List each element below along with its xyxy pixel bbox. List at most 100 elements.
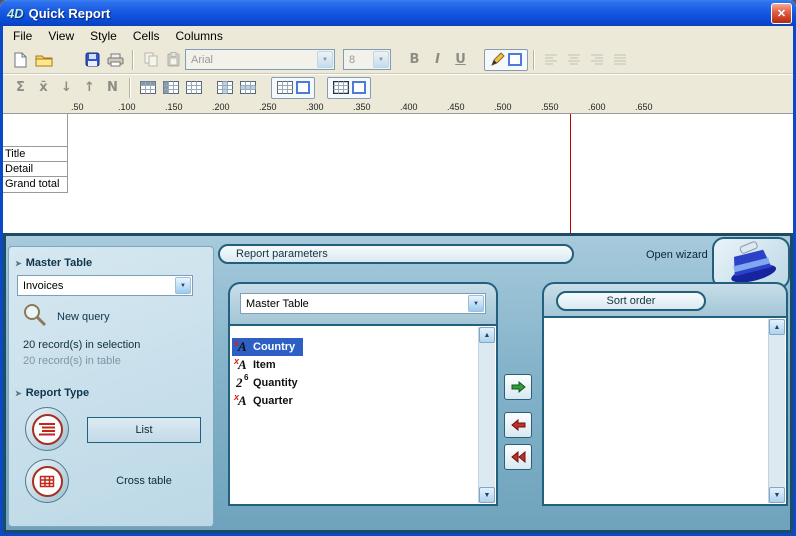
master-table-select[interactable]: Invoices ▼ [17, 275, 193, 296]
fields-source-value: Master Table [246, 298, 485, 310]
chevron-down-icon: ▼ [468, 295, 484, 312]
arrow-bullet-icon: ➤ [15, 259, 22, 268]
field-item-item[interactable]: xA Item [232, 356, 284, 374]
border-color-toggle[interactable] [484, 49, 528, 71]
fields-list[interactable]: xA Country xA Item 26 [228, 324, 498, 506]
row-header-detail[interactable]: Detail [3, 162, 67, 177]
menu-bar: File View Style Cells Columns [3, 26, 793, 46]
align-justify-button[interactable] [609, 49, 632, 71]
print-button[interactable] [104, 49, 127, 71]
fields-panel-header: Master Table ▼ [228, 282, 498, 324]
count-icon: N [107, 80, 118, 95]
menu-view[interactable]: View [40, 27, 82, 45]
scroll-down-icon[interactable]: ▼ [479, 487, 495, 503]
row-insert-button[interactable] [236, 77, 259, 99]
magnifier-icon[interactable] [21, 301, 49, 329]
fields-scrollbar[interactable]: ▲ ▼ [478, 327, 495, 503]
master-table-label: Master Table [26, 257, 92, 269]
field-item-country[interactable]: xA Country [232, 338, 303, 356]
arrow-left-icon [511, 419, 526, 431]
font-select[interactable]: Arial ▼ [185, 49, 335, 70]
ruler-tick: .400 [400, 102, 418, 112]
cross-table-icon [39, 475, 55, 488]
cell-border-toggle[interactable] [327, 77, 371, 99]
close-button[interactable]: ✕ [771, 3, 792, 24]
align-center-icon [568, 54, 581, 65]
copy-button[interactable] [139, 49, 162, 71]
scroll-down-icon[interactable]: ▼ [769, 487, 785, 503]
wizard-panel: ➤ Master Table Invoices ▼ New query 20 r… [3, 233, 793, 533]
bold-button[interactable]: B [403, 49, 426, 71]
ruler-tick: .500 [494, 102, 512, 112]
background-swatch [296, 81, 310, 94]
ruler-tick: .300 [306, 102, 324, 112]
grid-row-icon [240, 81, 256, 94]
fields-source-select[interactable]: Master Table ▼ [240, 293, 486, 314]
paste-button[interactable] [162, 49, 185, 71]
grid-icon [186, 81, 202, 94]
report-design-area[interactable]: Title Detail Grand total [3, 114, 793, 233]
sum-button[interactable]: Σ [9, 77, 32, 99]
align-left-button[interactable] [540, 49, 563, 71]
sort-order-list[interactable]: ▲ ▼ [542, 316, 788, 506]
cell-all-format-button[interactable] [182, 77, 205, 99]
maximum-button[interactable]: ↑ [78, 77, 101, 99]
cell-header-format-button[interactable] [136, 77, 159, 99]
align-left-icon [545, 54, 558, 65]
row-header-grand-total[interactable]: Grand total [3, 177, 67, 193]
remove-field-button[interactable] [504, 412, 532, 438]
title-bar[interactable]: 4D Quick Report ✕ [0, 0, 796, 26]
ruler-tick: .650 [635, 102, 653, 112]
field-label: Quarter [253, 395, 293, 407]
scroll-up-icon[interactable]: ▲ [769, 319, 785, 335]
list-report-button[interactable]: List [87, 417, 201, 443]
field-item-quarter[interactable]: xA Quarter [232, 392, 301, 410]
cross-table-label[interactable]: Cross table [87, 475, 201, 487]
underline-button[interactable]: U [449, 49, 472, 71]
list-report-radio[interactable] [25, 407, 69, 451]
remove-all-fields-button[interactable] [504, 444, 532, 470]
minimum-button[interactable]: ↓ [55, 77, 78, 99]
arrow-bullet-icon: ➤ [15, 389, 22, 398]
menu-columns[interactable]: Columns [168, 27, 231, 45]
master-table-value: Invoices [23, 280, 192, 292]
italic-icon: I [435, 52, 440, 67]
font-size-select[interactable]: 8 ▼ [343, 49, 391, 70]
menu-file[interactable]: File [5, 27, 40, 45]
printer-icon [107, 53, 124, 67]
report-type-label: Report Type [26, 387, 89, 399]
cross-table-radio[interactable] [25, 459, 69, 503]
new-document-button[interactable] [9, 49, 32, 71]
new-document-icon [13, 52, 28, 68]
scroll-up-icon[interactable]: ▲ [479, 327, 495, 343]
italic-button[interactable]: I [426, 49, 449, 71]
new-query-link[interactable]: New query [57, 311, 110, 323]
sort-scrollbar[interactable]: ▲ ▼ [768, 319, 785, 503]
double-arrow-left-icon [510, 451, 527, 463]
chevron-down-icon: ▼ [317, 51, 333, 68]
menu-style[interactable]: Style [82, 27, 125, 45]
row-header-title[interactable]: Title [3, 147, 67, 162]
open-button[interactable] [32, 49, 55, 71]
new-query-label: New query [57, 311, 110, 323]
ruler-tick: .200 [212, 102, 230, 112]
add-field-button[interactable] [504, 374, 532, 400]
field-item-quantity[interactable]: 26 Quantity [232, 374, 306, 392]
cell-left-format-button[interactable] [159, 77, 182, 99]
paste-icon [167, 52, 180, 67]
horizontal-ruler: .50 .100 .150 .200 .250 .300 .350 .400 .… [3, 100, 793, 114]
minimum-icon: ↓ [61, 80, 72, 95]
alpha-field-icon: xA [234, 358, 250, 373]
row-header-blank [3, 114, 67, 147]
grid-column-icon [217, 81, 233, 94]
align-right-button[interactable] [586, 49, 609, 71]
count-button[interactable]: N [101, 77, 124, 99]
toolbar-separator [132, 50, 134, 70]
cell-background-toggle[interactable] [271, 77, 315, 99]
menu-cells[interactable]: Cells [125, 27, 168, 45]
align-center-button[interactable] [563, 49, 586, 71]
window-body: File View Style Cells Columns [0, 26, 796, 536]
save-button[interactable] [81, 49, 104, 71]
average-button[interactable]: x̄ [32, 77, 55, 99]
column-insert-button[interactable] [213, 77, 236, 99]
